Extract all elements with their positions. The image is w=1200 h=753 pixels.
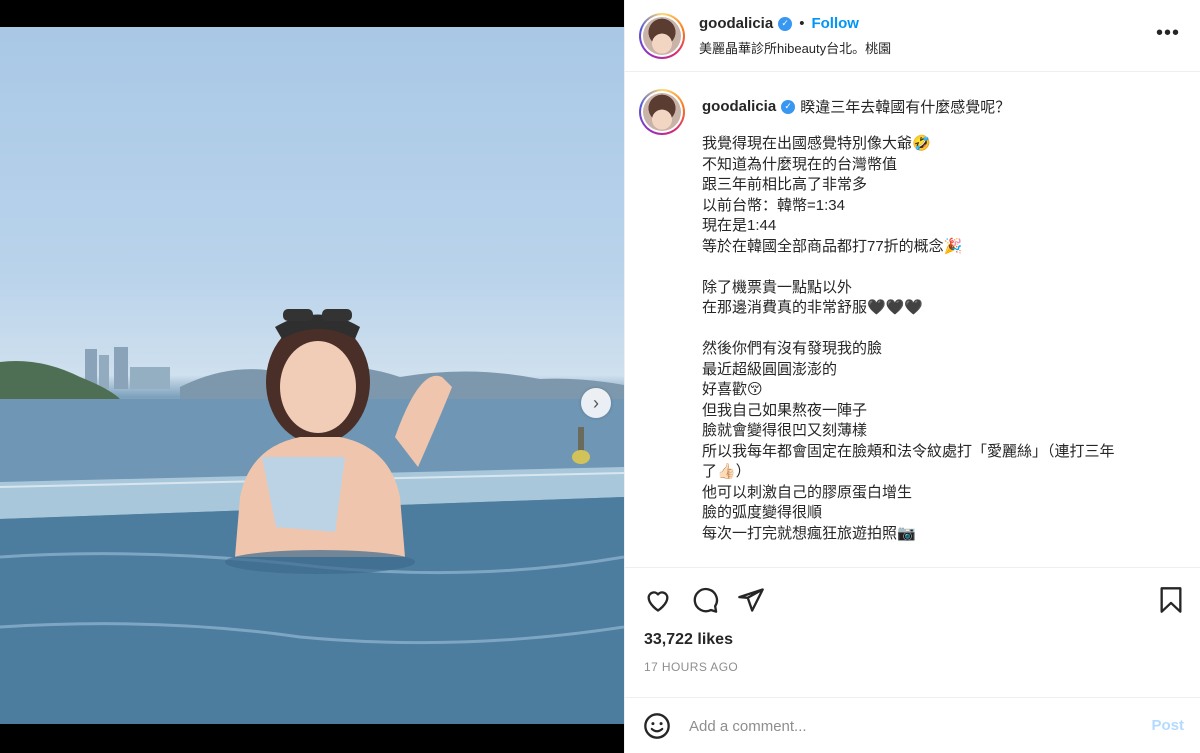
post-header: goodalicia ✓ • Follow 美麗晶華診所hibeauty台北。桃… [625, 0, 1200, 72]
likes-count[interactable]: 33,722 likes [644, 631, 733, 649]
avatar[interactable] [639, 13, 685, 59]
share-icon[interactable] [737, 586, 765, 614]
follow-button[interactable]: Follow [811, 15, 859, 32]
more-icon[interactable]: ••• [1156, 22, 1180, 45]
comment-input[interactable] [689, 712, 1129, 740]
post-timestamp[interactable]: 17 HOURS AGO [644, 660, 738, 674]
post-comment-button[interactable]: Post [1151, 717, 1184, 734]
caption-username[interactable]: goodalicia [702, 98, 776, 115]
caption-first-line: 睽違三年去韓國有什麼感覺呢？ [800, 99, 1011, 116]
post-photo: › [0, 27, 624, 724]
action-bar [625, 574, 1200, 624]
media-pane: › [0, 0, 624, 753]
comment-bar: Post [625, 697, 1200, 753]
verified-icon: ✓ [781, 99, 796, 114]
caption-avatar[interactable] [639, 89, 685, 135]
next-slide-button[interactable]: › [581, 388, 611, 418]
post-modal: › goodalicia ✓ • Follow 美麗晶華診所hibeauty台北… [0, 0, 1200, 753]
emoji-icon[interactable] [643, 712, 671, 740]
post-side-panel: goodalicia ✓ • Follow 美麗晶華診所hibeauty台北。桃… [624, 0, 1200, 753]
header-user-row: goodalicia ✓ • Follow [699, 15, 859, 32]
bookmark-icon[interactable] [1157, 586, 1185, 614]
location-link[interactable]: 美麗晶華診所hibeauty台北。桃園 [699, 38, 891, 57]
heart-icon[interactable] [644, 586, 672, 614]
comment-icon[interactable] [691, 586, 719, 614]
caption-area: goodalicia ✓ 睽違三年去韓國有什麼感覺呢？ 我覺得現在出國感覺特別像… [625, 72, 1200, 568]
avatar-image [643, 93, 681, 131]
separator: • [799, 15, 805, 32]
username-link[interactable]: goodalicia [699, 15, 773, 32]
caption-head: goodalicia ✓ 睽違三年去韓國有什麼感覺呢？ [702, 96, 1010, 117]
avatar-image [643, 17, 681, 55]
photo-scene [0, 309, 624, 724]
chevron-right-icon: › [593, 392, 599, 413]
verified-icon: ✓ [778, 16, 793, 31]
caption-text: 我覺得現在出國感覺特別像大爺🤣 不知道為什麼現在的台灣幣值 跟三年前相比高了非常… [702, 135, 1115, 542]
